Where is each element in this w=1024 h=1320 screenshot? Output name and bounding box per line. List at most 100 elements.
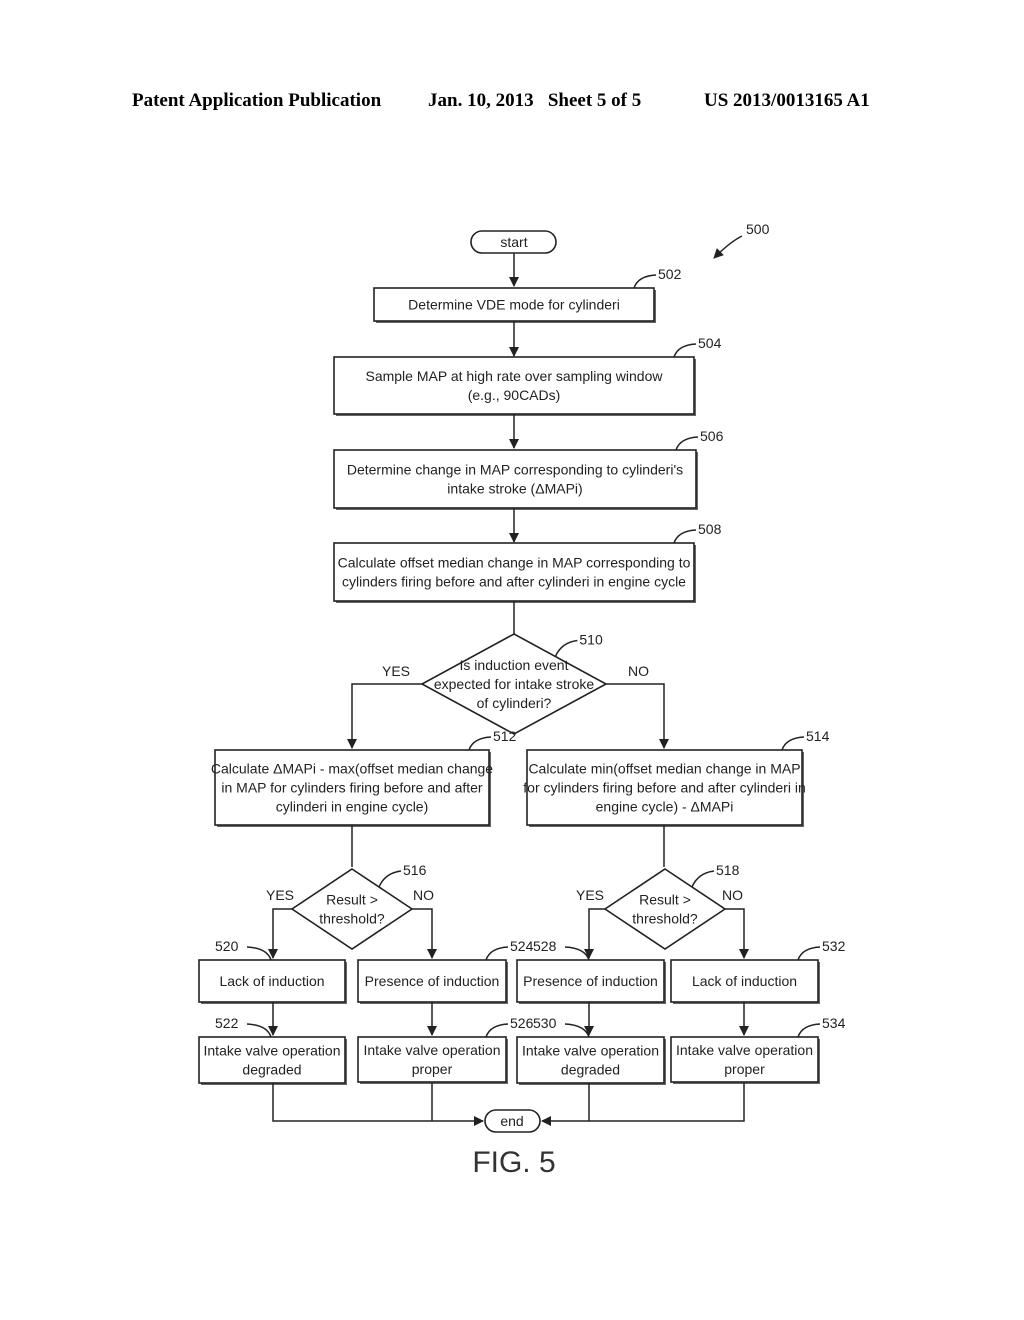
ref-number: 522 (215, 1015, 239, 1031)
ref-leader (797, 1023, 821, 1038)
step-text-line: engine cycle) - ΔMAPi (596, 799, 734, 815)
step-text-line: Calculate min(offset median change in MA… (528, 761, 800, 777)
step-text-line: expected for intake stroke (434, 676, 595, 692)
ref-leader (797, 946, 821, 961)
step-text-line: Lack of induction (692, 973, 797, 989)
flowchart: 500 start Determine VDE mode for cylinde… (198, 221, 846, 1179)
connector-yes-516 (268, 908, 292, 959)
step-text-line: Determine change in MAP corresponding to… (347, 462, 683, 478)
ref-number: 526 (510, 1015, 534, 1031)
step-text-line: Intake valve operation (364, 1042, 501, 1058)
connector-yes-518 (584, 908, 605, 959)
step-text-line: Presence of induction (523, 973, 658, 989)
ref-number: 512 (493, 728, 517, 744)
step-text-line: proper (412, 1061, 453, 1077)
step-text-line: proper (724, 1061, 765, 1077)
step-text-line: Result > (639, 892, 691, 908)
ref-number: 508 (698, 521, 722, 537)
step-text-line: cylinders firing before and after cylind… (342, 574, 686, 590)
svg-text:start: start (500, 234, 527, 250)
connector-yes-510 (347, 683, 422, 749)
ref-leader (673, 343, 697, 358)
step-518: Result > threshold? 518 (603, 862, 740, 950)
ref-number: 502 (658, 266, 682, 282)
yes-label-516: YES (266, 887, 294, 903)
step-516: Result > threshold? 516 (290, 862, 427, 950)
connector-no-516 (412, 908, 437, 959)
process-box (333, 542, 695, 602)
yes-label-510: YES (382, 663, 410, 679)
figure-label: FIG. 5 (472, 1146, 555, 1179)
no-label-518: NO (722, 887, 743, 903)
ref-leader (691, 870, 715, 888)
ref-leader (554, 639, 578, 657)
step-532: Lack of induction 532 (670, 938, 846, 1004)
ref-leader (246, 946, 272, 961)
figure-ref: 500 (746, 221, 770, 237)
step-text-line: Determine VDE mode for cylinderi (408, 297, 620, 313)
step-text-line: Intake valve operation (522, 1043, 659, 1059)
svg-text:end: end (500, 1113, 523, 1129)
ref-number: 518 (716, 862, 740, 878)
ref-leader (781, 736, 805, 751)
ref-number: 514 (806, 728, 830, 744)
step-text-line: Result > (326, 892, 378, 908)
ref-number: 520 (215, 938, 239, 954)
ref-leader (246, 1023, 272, 1038)
ref-number: 532 (822, 938, 846, 954)
ref-number: 524 (510, 938, 534, 954)
step-526: Intake valve operation proper 526 (357, 1015, 534, 1084)
step-512: Calculate ΔMAPi - max(offset median chan… (211, 728, 517, 827)
decision-diamond (603, 868, 727, 950)
step-text-line: intake stroke (ΔMAPi) (447, 481, 582, 497)
step-510: Is induction event expected for intake st… (420, 632, 608, 735)
step-text-line: Intake valve operation (204, 1043, 341, 1059)
step-text-line: degraded (242, 1062, 301, 1078)
decision-diamond (290, 868, 414, 950)
ref-leader (485, 946, 509, 961)
step-528: Presence of induction 528 (516, 938, 666, 1004)
step-text-line: Presence of induction (365, 973, 500, 989)
start-terminal: start (470, 230, 557, 254)
ref-leader (633, 274, 657, 289)
figure-ref-arrow (713, 235, 743, 259)
connector-to-end-left (272, 1083, 484, 1126)
step-text-line: in MAP for cylinders firing before and a… (221, 780, 483, 796)
step-text-line: Calculate ΔMAPi - max(offset median chan… (211, 761, 493, 777)
ref-number: 528 (533, 938, 557, 954)
step-text-line: of cylinderi? (477, 695, 552, 711)
step-text-line: Is induction event (460, 657, 569, 673)
yes-label-518: YES (576, 887, 604, 903)
ref-number: 534 (822, 1015, 846, 1031)
no-label-510: NO (628, 663, 649, 679)
step-text-line: Sample MAP at high rate over sampling wi… (365, 368, 663, 384)
step-text-line: for cylinders firing before and after cy… (523, 780, 805, 796)
step-text-line: Lack of induction (219, 973, 324, 989)
step-502: Determine VDE mode for cylinderi 502 (373, 266, 682, 323)
step-text-line: Calculate offset median change in MAP co… (338, 555, 691, 571)
step-530: Intake valve operation degraded 530 (516, 1015, 666, 1085)
step-text-line: degraded (561, 1062, 620, 1078)
no-label-516: NO (413, 887, 434, 903)
ref-number: 516 (403, 862, 427, 878)
ref-number: 504 (698, 335, 722, 351)
connector-no-518 (725, 908, 749, 959)
ref-leader (673, 529, 697, 544)
step-504: Sample MAP at high rate over sampling wi… (333, 335, 722, 416)
connector-to-end-right (541, 1083, 745, 1126)
process-box (333, 356, 695, 415)
step-text-line: (e.g., 90CADs) (468, 387, 561, 403)
end-terminal: end (484, 1109, 541, 1133)
step-text-line: cylinderi in engine cycle) (276, 799, 429, 815)
step-text-line: threshold? (632, 911, 698, 927)
step-534: Intake valve operation proper 534 (670, 1015, 846, 1084)
step-text-line: threshold? (319, 911, 385, 927)
ref-leader (675, 436, 699, 451)
step-506: Determine change in MAP corresponding to… (333, 428, 724, 510)
ref-number: 510 (579, 632, 603, 648)
step-text-line: Intake valve operation (676, 1042, 813, 1058)
ref-leader (485, 1023, 509, 1038)
ref-leader (378, 870, 402, 888)
ref-leader (564, 1023, 590, 1038)
ref-leader (564, 946, 590, 961)
